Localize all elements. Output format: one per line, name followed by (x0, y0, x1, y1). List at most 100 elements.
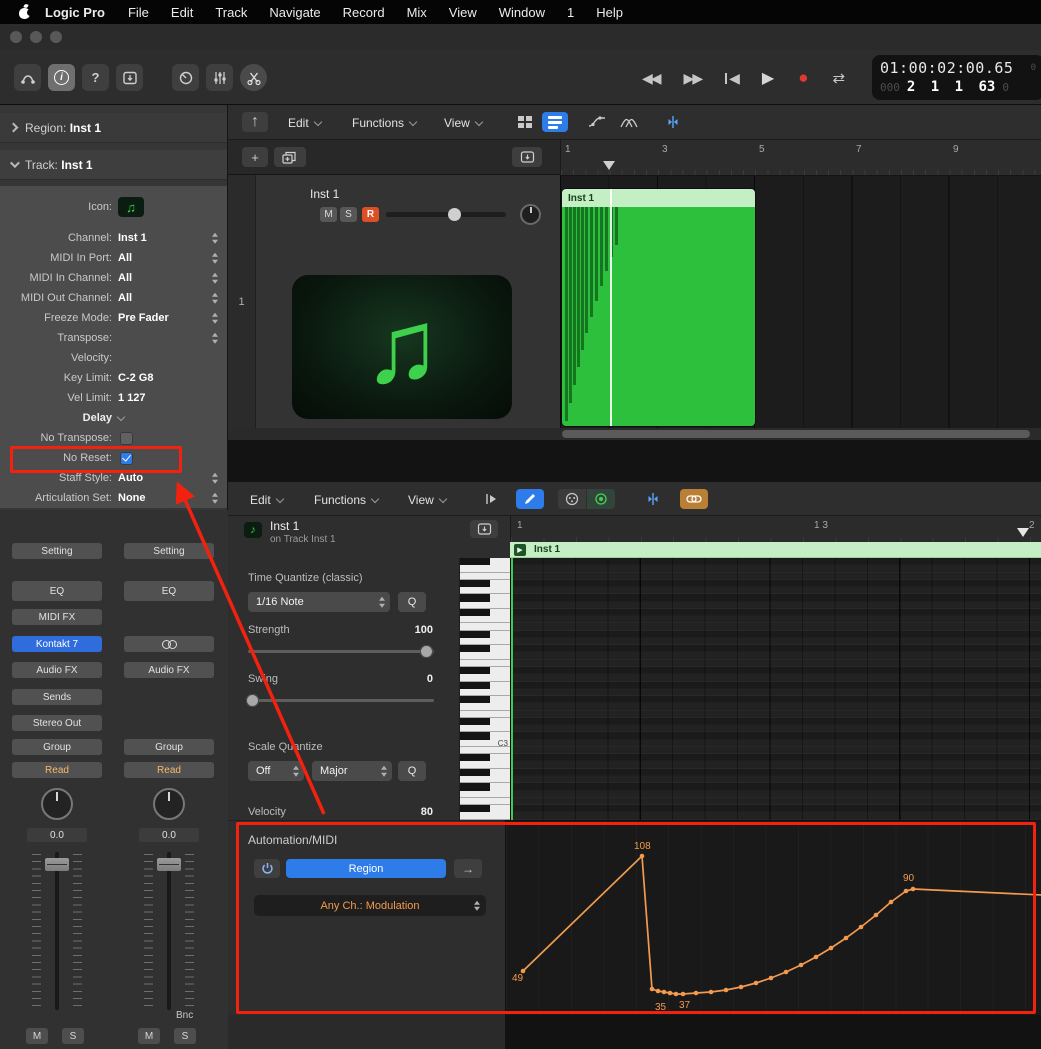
piano-key[interactable] (460, 558, 510, 565)
instrument-slot-button[interactable]: Kontakt 7 (12, 636, 102, 652)
catch-playhead-button[interactable] (478, 489, 504, 509)
solo-button[interactable]: S (62, 1028, 84, 1044)
link-button[interactable] (680, 489, 708, 509)
track-inspector-header[interactable]: Track: Inst 1 (0, 150, 227, 180)
track-volume-slider[interactable] (386, 212, 506, 217)
volume-slider-handle[interactable] (448, 208, 461, 221)
audio-fx-button[interactable]: Audio FX (12, 662, 102, 678)
zoom-button[interactable] (50, 31, 62, 43)
piano-key[interactable] (460, 587, 510, 594)
automation-mode-button[interactable]: Region (286, 859, 446, 878)
piano-key[interactable] (460, 747, 510, 754)
piano-key[interactable] (460, 667, 510, 674)
stepper-icon[interactable] (212, 270, 218, 287)
midi-region[interactable]: Inst 1 (562, 189, 755, 426)
track-number[interactable]: 1 (228, 175, 256, 428)
bounce-label[interactable]: Bnc (176, 1010, 193, 1021)
pan-knob[interactable] (153, 788, 185, 820)
stepper-icon[interactable] (212, 310, 218, 327)
library-button[interactable] (14, 64, 41, 91)
eq-button[interactable]: EQ (12, 581, 102, 601)
scrollbar-thumb[interactable] (562, 430, 1030, 438)
piano-key[interactable] (460, 602, 510, 609)
midi-fx-button[interactable]: MIDI FX (12, 609, 102, 625)
setting-button[interactable]: Setting (124, 543, 214, 559)
param-row-transpose[interactable]: Transpose: (0, 328, 227, 348)
param-row-channel[interactable]: Channel: Inst 1 (0, 228, 227, 248)
track-header[interactable]: Inst 1 M S R ♫ (256, 175, 560, 428)
piano-key[interactable] (460, 580, 510, 587)
menu-track[interactable]: Track (204, 5, 258, 20)
param-row-no-transpose[interactable]: No Transpose: (0, 428, 227, 448)
param-row-midi-out-channel[interactable]: MIDI Out Channel: All (0, 288, 227, 308)
track-mute-button[interactable]: M (320, 207, 337, 222)
fader-handle[interactable] (157, 858, 181, 871)
editor-region-bar[interactable]: ▶ Inst 1 (510, 542, 1041, 558)
menu-navigate[interactable]: Navigate (258, 5, 331, 20)
minimize-button[interactable] (30, 31, 42, 43)
app-menu[interactable]: Logic Pro (45, 5, 105, 20)
gain-display[interactable]: 0.0 (139, 828, 199, 842)
rewind-button[interactable]: ◀◀ (642, 70, 660, 87)
swing-slider[interactable] (248, 699, 434, 702)
forward-button[interactable]: ▶▶ (684, 70, 702, 87)
piano-key[interactable] (460, 674, 510, 681)
flex-button[interactable] (660, 112, 686, 132)
group-button[interactable]: Group (124, 739, 214, 755)
playhead-marker-icon[interactable] (1017, 528, 1029, 543)
arrange-grid[interactable]: Inst 1 (560, 175, 1041, 428)
param-row-midi-in-port[interactable]: MIDI In Port: All (0, 248, 227, 268)
format-button[interactable] (124, 636, 214, 652)
gain-display[interactable]: 0.0 (27, 828, 87, 842)
piano-key[interactable] (460, 660, 510, 667)
go-to-beginning-button[interactable]: ◀ (725, 70, 738, 87)
add-track-button[interactable]: + (242, 147, 268, 167)
toolbar-toggle-button[interactable] (116, 64, 143, 91)
apple-menu-icon[interactable] (18, 5, 31, 19)
param-row-delay[interactable]: Delay (0, 408, 227, 428)
scroll-up-button[interactable]: ↑ (242, 112, 268, 132)
track-pan-knob[interactable] (520, 204, 541, 225)
fader-handle[interactable] (45, 858, 69, 871)
automation-view-button[interactable] (584, 112, 610, 132)
region-inspector-header[interactable]: Region: Inst 1 (0, 113, 227, 143)
scale-quantize-apply-button[interactable]: Q (398, 761, 426, 781)
param-row-midi-in-channel[interactable]: MIDI In Channel: All (0, 268, 227, 288)
track-header-config-button[interactable] (512, 147, 542, 167)
piano-key[interactable] (460, 623, 510, 630)
track-name[interactable]: Inst 1 (310, 187, 339, 201)
piano-key[interactable] (460, 776, 510, 783)
piano-key[interactable] (460, 682, 510, 689)
piano-key[interactable] (460, 565, 510, 572)
automation-power-button[interactable] (254, 859, 280, 878)
piano-key[interactable] (460, 652, 510, 659)
output-button[interactable]: Stereo Out (12, 715, 102, 731)
piano-key[interactable] (460, 718, 510, 725)
piano-key[interactable] (460, 573, 510, 580)
list-view-button[interactable] (542, 112, 568, 132)
menu-window[interactable]: Window (488, 5, 556, 20)
piano-key[interactable] (460, 798, 510, 805)
param-row-staff-style[interactable]: Staff Style: Auto (0, 468, 227, 488)
view-menu[interactable]: View (408, 491, 446, 509)
lcd-display[interactable]: 01:00:02:00.65 0 000 2 1 1 63 0 (872, 55, 1041, 100)
automation-curve-area[interactable]: 49108353790 (505, 820, 1041, 1015)
piano-key[interactable] (460, 725, 510, 732)
stepper-icon[interactable] (212, 330, 218, 347)
crossfade-button[interactable] (616, 112, 642, 132)
piano-key[interactable] (460, 645, 510, 652)
duplicate-track-button[interactable] (274, 147, 306, 167)
bar-ruler[interactable]: 1 3 5 7 9 (560, 140, 1041, 175)
smart-controls-button[interactable] (172, 64, 199, 91)
param-row-vel-limit[interactable]: Vel Limit: 1 127 (0, 388, 227, 408)
editors-button[interactable] (240, 64, 267, 91)
record-button[interactable]: ● (798, 68, 808, 88)
audio-fx-button[interactable]: Audio FX (124, 662, 214, 678)
editor-bar-ruler[interactable]: 1 1 3 2 (510, 516, 1041, 542)
grid-view-button[interactable] (512, 112, 538, 132)
piano-key[interactable] (460, 783, 510, 790)
piano-key[interactable] (460, 616, 510, 623)
flex-button[interactable] (640, 489, 666, 509)
param-row-velocity[interactable]: Velocity: (0, 348, 227, 368)
midi-in-button[interactable] (558, 489, 586, 509)
